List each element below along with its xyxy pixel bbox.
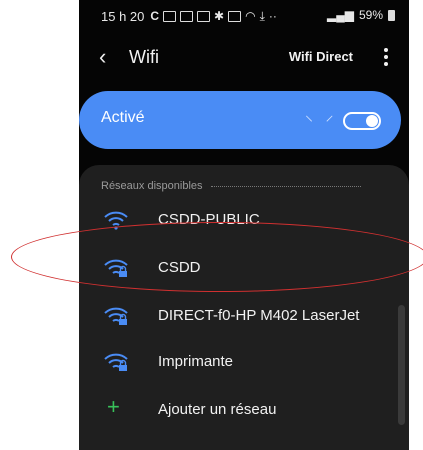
notification-icons: C ✱ ◠ ⤓ ·· [150,9,277,24]
phone-screen: 15 h 20 C ✱ ◠ ⤓ ·· ▂▄▆ 59% ‹ Wifi Wifi D… [79,0,409,450]
status-right: ▂▄▆ 59% [327,8,395,22]
network-item-csdd-public[interactable]: CSDD-PUBLIC [79,201,409,241]
image-icon [228,10,242,22]
network-item-csdd[interactable]: CSDD [79,249,409,289]
wifi-open-icon [104,211,128,230]
network-name: Imprimante [158,353,234,370]
status-bar: 15 h 20 C ✱ ◠ ⤓ ·· ▂▄▆ 59% [79,0,409,32]
bluetooth-icon: ✱ [214,9,225,23]
status-time: 15 h 20 [101,8,145,24]
network-item-direct-hp[interactable]: DIRECT-f0-HP M402 LaserJet [79,297,409,337]
network-name: CSDD [158,259,201,276]
section-header-label: Réseaux disponibles [101,180,203,192]
wifi-direct-button[interactable]: Wifi Direct [289,49,353,64]
network-name: CSDD-PUBLIC [158,211,260,228]
signal-icon: ▂▄▆ [327,8,354,22]
battery-percent: 59% [358,8,383,22]
more-notifications-icon: ·· [268,9,277,23]
app-bar: ‹ Wifi Wifi Direct [79,36,409,76]
download-icon: ⤓ [259,8,265,23]
section-header: Réseaux disponibles [101,180,361,192]
page-title: Wifi [129,47,159,67]
back-arrow-icon[interactable]: ‹ [99,44,106,70]
network-item-imprimante[interactable]: Imprimante [79,343,409,383]
loading-spinner-icon: ⸌ ⸍ [305,114,338,131]
wifi-toggle-label: Activé [101,109,145,126]
wifi-locked-icon [104,307,128,325]
add-network-label: Ajouter un réseau [158,401,277,418]
mail-icon-2 [180,10,194,22]
scrollbar[interactable] [398,305,405,425]
wifi-toggle-row[interactable]: Activé ⸌ ⸍ [79,91,401,149]
add-network-item[interactable]: + Ajouter un réseau [79,391,409,431]
network-name: DIRECT-f0-HP M402 LaserJet [158,307,360,324]
section-divider [210,185,361,187]
wifi-status-icon: ◠ [245,9,256,23]
battery-icon [388,9,395,21]
c-app-icon: C [150,9,160,23]
mail-icon [163,10,177,22]
wifi-locked-icon [104,353,128,371]
switch-knob [366,115,378,127]
available-networks-panel: Réseaux disponibles CSDD-PUBLIC CSDD DIR… [79,165,409,450]
wifi-switch[interactable] [343,112,381,130]
plus-icon: + [107,394,120,419]
mail-icon-3 [197,10,211,22]
wifi-locked-icon [104,259,128,277]
more-options-icon[interactable] [377,46,395,68]
